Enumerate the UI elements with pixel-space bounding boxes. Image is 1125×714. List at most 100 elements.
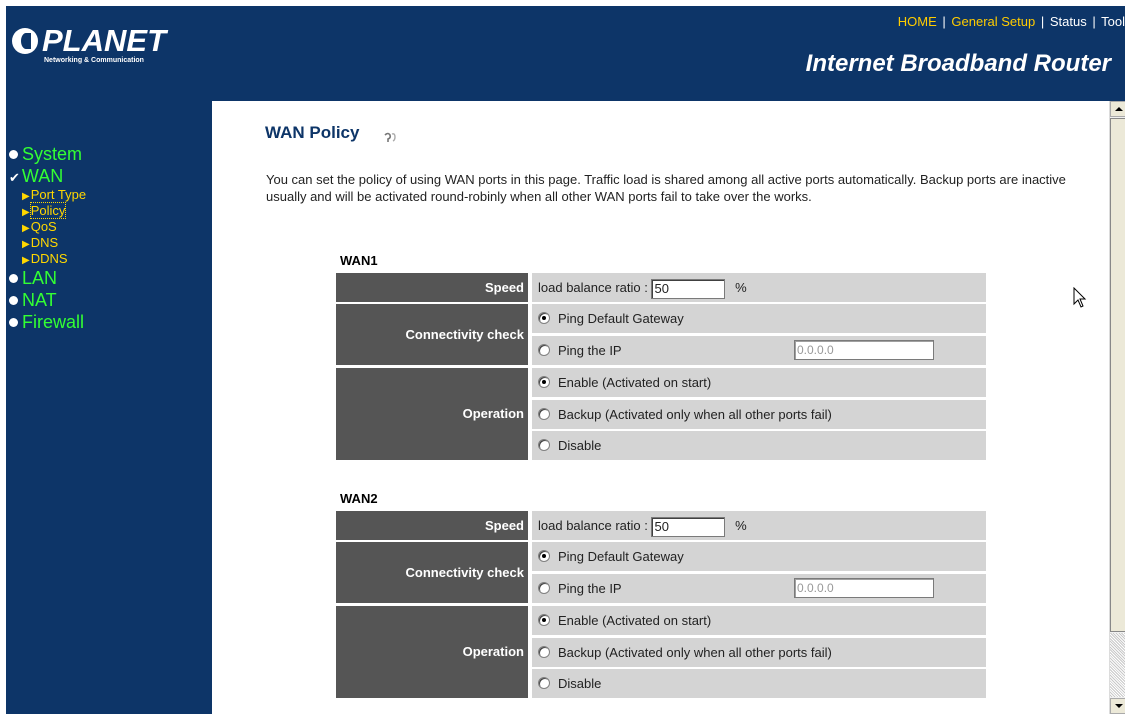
disable-cell: Disable [532, 669, 986, 698]
wan1-operation-row: Operation Enable (Activated on start) Ba… [336, 368, 986, 460]
disable-cell: Disable [532, 431, 986, 460]
subitem-label: Port Type [30, 187, 87, 202]
enable-cell: Enable (Activated on start) [532, 606, 986, 635]
enable-label: Enable (Activated on start) [558, 375, 712, 390]
sidebar-subitem-port-type[interactable]: ▶Port Type [6, 187, 212, 203]
operation-label: Operation [336, 606, 528, 698]
scroll-thumb[interactable] [1110, 118, 1125, 632]
sidebar-item-wan[interactable]: ✔ WAN [6, 165, 212, 187]
sidebar-subitem-qos[interactable]: ▶QoS [6, 219, 212, 235]
connectivity-label: Connectivity check [336, 304, 528, 365]
ping-ip-label: Ping the IP [558, 343, 622, 358]
subitem-label: DDNS [30, 251, 68, 266]
wan2-heading: WAN2 [340, 491, 378, 506]
load-balance-label: load balance ratio : [538, 280, 648, 295]
load-balance-label: load balance ratio : [538, 518, 648, 533]
wan2-backup-radio[interactable] [538, 646, 550, 658]
arrow-right-icon: ▶ [22, 191, 30, 202]
ping-gateway-label: Ping Default Gateway [558, 549, 684, 564]
wan2-operation-row: Operation Enable (Activated on start) Ba… [336, 606, 986, 698]
enable-label: Enable (Activated on start) [558, 613, 712, 628]
sidebar-item-label: Firewall [22, 312, 85, 332]
scroll-track[interactable] [1110, 633, 1125, 697]
logo-tagline: Networking & Communication [44, 57, 144, 64]
product-title: Internet Broadband Router [805, 50, 1111, 77]
sidebar-menu: System ✔ WAN ▶Port Type ▶Policy ▶QoS ▶DNS… [6, 143, 212, 333]
wan1-backup-radio[interactable] [538, 408, 550, 420]
sidebar-subitem-policy[interactable]: ▶Policy [6, 202, 212, 219]
wan1-ratio-input[interactable]: 50 [651, 278, 726, 299]
wan1-enable-radio[interactable] [538, 376, 550, 388]
bullet-icon [9, 296, 18, 305]
header-bar: PLANET Networking & Communication HOME |… [6, 6, 1125, 101]
disable-label: Disable [558, 676, 602, 691]
wan1-speed-row: Speed load balance ratio : 50 % [336, 273, 986, 302]
arrow-right-icon: ▶ [22, 255, 30, 266]
help-icon[interactable] [380, 131, 400, 145]
check-icon: ✔ [9, 170, 20, 185]
wan1-heading: WAN1 [340, 253, 378, 268]
logo-text: PLANET [42, 23, 166, 58]
backup-cell: Backup (Activated only when all other po… [532, 400, 986, 429]
vertical-scrollbar[interactable] [1109, 101, 1125, 714]
percent-label: % [735, 518, 747, 533]
ping-gateway-label: Ping Default Gateway [558, 311, 684, 326]
speed-cell: load balance ratio : 50 % [532, 511, 986, 540]
wan2-ip-input[interactable]: 0.0.0.0 [794, 578, 934, 598]
wan2-enable-radio[interactable] [538, 614, 550, 626]
arrow-right-icon: ▶ [22, 239, 30, 250]
nav-tool-link[interactable]: Tool [1101, 14, 1125, 29]
sidebar-item-lan[interactable]: LAN [6, 267, 212, 289]
subitem-label: DNS [30, 235, 59, 250]
sidebar-subitem-dns[interactable]: ▶DNS [6, 235, 212, 251]
sidebar-item-label: System [22, 144, 83, 164]
speed-label: Speed [336, 511, 528, 540]
page-title: WAN Policy [265, 123, 360, 142]
scroll-up-arrow-icon[interactable] [1110, 101, 1125, 117]
wan1-ping-gateway-radio[interactable] [538, 312, 550, 324]
sidebar-subitem-ddns[interactable]: ▶DDNS [6, 251, 212, 267]
wan1-connectivity-row: Connectivity check Ping Default Gateway … [336, 304, 986, 365]
wan1-ping-ip-radio[interactable] [538, 344, 550, 356]
ping-ip-cell: Ping the IP 0.0.0.0 [532, 574, 986, 603]
enable-cell: Enable (Activated on start) [532, 368, 986, 397]
wan2-ratio-input[interactable]: 50 [651, 516, 726, 537]
planet-logo: PLANET Networking & Communication [12, 24, 172, 68]
arrow-right-icon: ▶ [22, 223, 30, 234]
bullet-icon [9, 318, 18, 327]
wan1-ip-input[interactable]: 0.0.0.0 [794, 340, 934, 360]
intro-text: You can set the policy of using WAN port… [266, 172, 1066, 204]
nav-separator: | [1092, 14, 1096, 29]
nav-general-setup-link[interactable]: General Setup [951, 14, 1035, 29]
bullet-icon [9, 274, 18, 283]
wan2-disable-radio[interactable] [538, 677, 550, 689]
bullet-icon [9, 150, 18, 159]
sidebar-item-label: LAN [22, 268, 58, 288]
wan1-disable-radio[interactable] [538, 439, 550, 451]
sidebar-item-label: NAT [22, 290, 57, 310]
sidebar-item-firewall[interactable]: Firewall [6, 311, 212, 333]
backup-label: Backup (Activated only when all other po… [558, 645, 832, 660]
connectivity-label: Connectivity check [336, 542, 528, 603]
ping-ip-label: Ping the IP [558, 581, 622, 596]
ping-gateway-cell: Ping Default Gateway [532, 542, 986, 571]
sidebar-item-system[interactable]: System [6, 143, 212, 165]
speed-cell: load balance ratio : 50 % [532, 273, 986, 302]
nav-separator: | [942, 14, 946, 29]
wan2-speed-row: Speed load balance ratio : 50 % [336, 511, 986, 540]
main-content: WAN Policy You can set the policy of usi… [212, 101, 1109, 714]
nav-home-link[interactable]: HOME [898, 14, 937, 29]
planet-logo-icon [12, 28, 38, 54]
scroll-down-arrow-icon[interactable] [1110, 698, 1125, 714]
speed-label: Speed [336, 273, 528, 302]
nav-separator: | [1040, 14, 1045, 29]
sidebar-item-label: WAN [21, 166, 64, 186]
mouse-pointer-icon [1073, 287, 1087, 308]
disable-label: Disable [558, 438, 602, 453]
wan2-ping-gateway-radio[interactable] [538, 550, 550, 562]
sidebar: System ✔ WAN ▶Port Type ▶Policy ▶QoS ▶DNS… [6, 101, 212, 714]
sidebar-item-nat[interactable]: NAT [6, 289, 212, 311]
nav-status-link[interactable]: Status [1050, 14, 1087, 29]
wan2-ping-ip-radio[interactable] [538, 582, 550, 594]
backup-cell: Backup (Activated only when all other po… [532, 638, 986, 667]
